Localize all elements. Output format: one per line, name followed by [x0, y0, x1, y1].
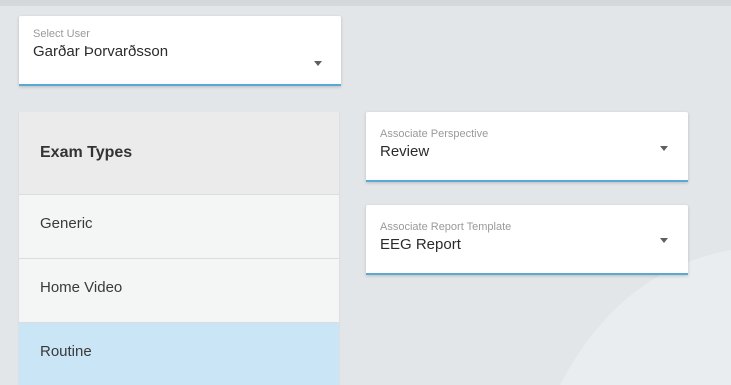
associate-report-template-label: Associate Report Template: [380, 221, 512, 233]
dropdown-arrow-icon[interactable]: [660, 238, 668, 243]
dropdown-arrow-icon[interactable]: [314, 61, 322, 66]
exam-type-item-routine[interactable]: Routine: [19, 322, 339, 385]
exam-types-list: Exam Types Generic Home Video Routine: [19, 112, 339, 385]
select-user-dropdown[interactable]: Select User Garðar Þorvarðsson: [19, 16, 341, 86]
associate-perspective-label: Associate Perspective: [380, 128, 489, 140]
exam-type-item-generic[interactable]: Generic: [19, 194, 339, 258]
associate-perspective-dropdown[interactable]: Associate Perspective Review: [366, 112, 688, 182]
select-user-label: Select User: [33, 28, 90, 40]
select-user-value: Garðar Þorvarðsson: [33, 43, 169, 60]
exam-types-header: Exam Types: [19, 112, 339, 194]
associate-report-template-dropdown[interactable]: Associate Report Template EEG Report: [366, 205, 688, 275]
associate-report-template-value: EEG Report: [380, 236, 461, 253]
dropdown-arrow-icon[interactable]: [660, 146, 668, 151]
associate-perspective-value: Review: [380, 143, 430, 160]
exam-type-item-home-video[interactable]: Home Video: [19, 258, 339, 322]
top-strip: [0, 0, 731, 6]
